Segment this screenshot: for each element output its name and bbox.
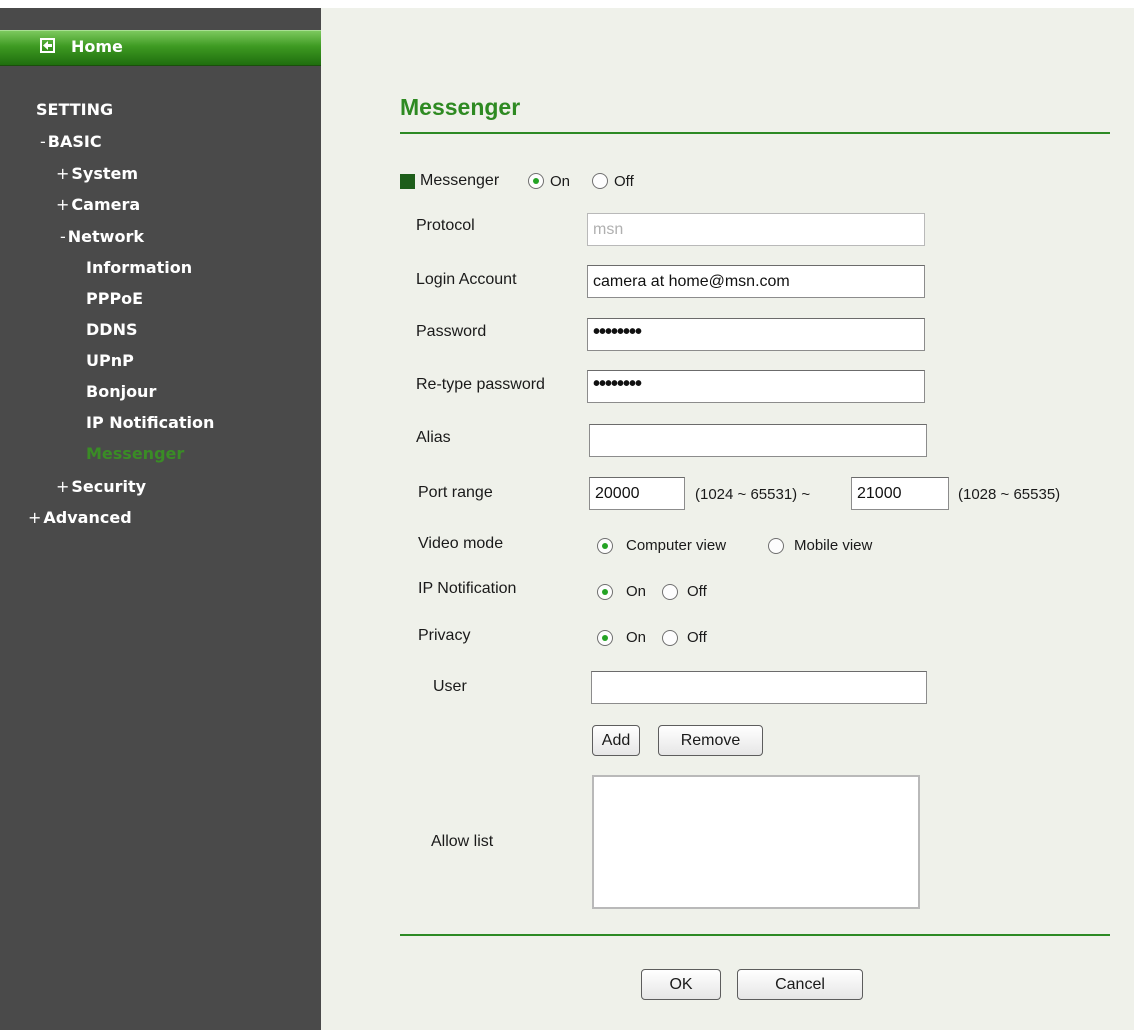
nav-camera[interactable]: + Camera	[56, 195, 140, 215]
user-input[interactable]	[591, 671, 927, 704]
main-panel: Messenger Messenger On Off Protocol msn …	[321, 8, 1134, 1030]
sidebar: Home SETTING - BASIC + System + Camera - Net…	[0, 8, 321, 1030]
nav-ip-notification[interactable]: IP Notification	[86, 413, 214, 433]
privacy-off-radio[interactable]	[662, 630, 678, 646]
nav-basic[interactable]: - BASIC	[40, 132, 102, 152]
alias-label: Alias	[416, 429, 451, 446]
cancel-button[interactable]: Cancel	[737, 969, 863, 1000]
page-title: Messenger	[400, 94, 521, 120]
messenger-off-label: Off	[614, 173, 634, 190]
messenger-off-radio[interactable]	[592, 173, 608, 189]
messenger-on-label: On	[550, 173, 571, 190]
mobile-view-radio[interactable]	[768, 538, 784, 554]
back-arrow-icon	[40, 38, 55, 53]
ip-notification-on-label: On	[626, 583, 647, 600]
user-label: User	[433, 678, 467, 695]
home-link[interactable]: Home	[0, 30, 321, 66]
ip-notification-label: IP Notification	[418, 580, 517, 597]
home-label: Home	[71, 37, 123, 56]
title-divider	[400, 132, 1110, 134]
port-range-start-input[interactable]: 20000	[589, 477, 685, 510]
nav-advanced[interactable]: + Advanced	[28, 508, 132, 528]
ip-notification-off-radio[interactable]	[662, 584, 678, 600]
computer-view-label: Computer view	[626, 537, 727, 554]
add-button[interactable]: Add	[592, 725, 640, 756]
nav-setting: SETTING	[36, 100, 114, 119]
nav-network[interactable]: - Network	[60, 227, 144, 247]
remove-button[interactable]: Remove	[658, 725, 763, 756]
alias-input[interactable]	[589, 424, 927, 457]
nav-bonjour[interactable]: Bonjour	[86, 382, 156, 402]
bottom-divider	[400, 934, 1110, 936]
nav-information[interactable]: Information	[86, 258, 192, 278]
privacy-label: Privacy	[418, 627, 471, 644]
port-range-label: Port range	[418, 484, 493, 501]
nav-upnp[interactable]: UPnP	[86, 351, 134, 371]
port-range-end-hint: (1028 ~ 65535)	[958, 486, 1061, 503]
nav-system[interactable]: + System	[56, 164, 138, 184]
protocol-label: Protocol	[416, 217, 475, 234]
computer-view-radio[interactable]	[597, 538, 613, 554]
mobile-view-label: Mobile view	[794, 537, 873, 554]
password-input[interactable]: ••••••••	[587, 318, 925, 351]
section-bullet-icon	[400, 174, 415, 189]
allow-list-label: Allow list	[431, 833, 494, 850]
retype-password-label: Re-type password	[416, 376, 545, 393]
ip-notification-off-label: Off	[687, 583, 707, 600]
password-label: Password	[416, 323, 487, 340]
ip-notification-on-radio[interactable]	[597, 584, 613, 600]
privacy-off-label: Off	[687, 629, 707, 646]
messenger-label: Messenger	[420, 172, 500, 189]
privacy-on-radio[interactable]	[597, 630, 613, 646]
protocol-field: msn	[587, 213, 925, 246]
login-account-input[interactable]: camera at home@msn.com	[587, 265, 925, 298]
nav-messenger[interactable]: Messenger	[86, 444, 184, 464]
privacy-on-label: On	[626, 629, 647, 646]
login-account-label: Login Account	[416, 271, 517, 288]
ok-button[interactable]: OK	[641, 969, 721, 1000]
nav-pppoe[interactable]: PPPoE	[86, 289, 143, 309]
port-range-start-hint: (1024 ~ 65531) ~	[695, 486, 811, 503]
messenger-on-radio[interactable]	[528, 173, 544, 189]
port-range-end-input[interactable]: 21000	[851, 477, 949, 510]
allow-list-box[interactable]	[592, 775, 920, 909]
retype-password-input[interactable]: ••••••••	[587, 370, 925, 403]
nav-security[interactable]: + Security	[56, 477, 146, 497]
video-mode-label: Video mode	[418, 535, 504, 552]
nav-ddns[interactable]: DDNS	[86, 320, 137, 340]
